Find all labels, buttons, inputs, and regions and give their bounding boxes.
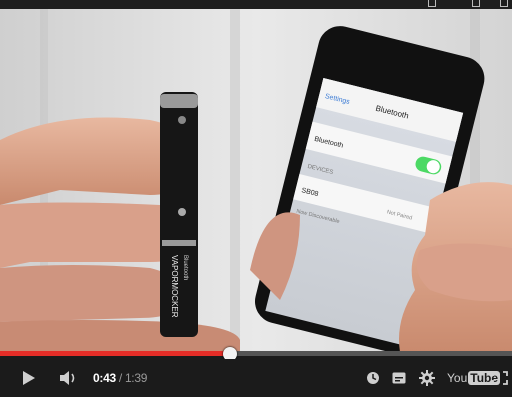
video-frame[interactable]: VAPORMOCKER Bluetooth Settings Bluetooth…: [0, 0, 512, 352]
video-player: VAPORMOCKER Bluetooth Settings Bluetooth…: [0, 0, 512, 397]
captions-icon: [392, 372, 406, 384]
duration: 1:39: [124, 371, 148, 385]
volume-icon: [60, 371, 75, 385]
clock-icon: [367, 372, 379, 384]
current-time: 0:43: [93, 371, 116, 385]
svg-text:Bluetooth: Bluetooth: [182, 255, 188, 280]
control-bar: 0:43 / 1:39 You Tube: [0, 359, 512, 397]
watch-later-button[interactable]: [362, 359, 384, 397]
fullscreen-button[interactable]: [490, 359, 510, 397]
time-separator: /: [115, 371, 125, 385]
play-icon: [23, 371, 35, 385]
progress-bar[interactable]: [0, 347, 512, 361]
more-icon[interactable]: [500, 0, 508, 7]
svg-text:VAPORMOCKER: VAPORMOCKER: [170, 255, 179, 318]
gear-icon: [419, 370, 435, 386]
fullscreen-icon: [492, 371, 508, 385]
logo-you-text: You: [447, 371, 468, 385]
play-button[interactable]: [12, 359, 46, 397]
top-bar: [0, 0, 512, 9]
time-display: 0:43 / 1:39: [93, 371, 147, 385]
progress-played: [0, 351, 231, 356]
captions-button[interactable]: [388, 359, 410, 397]
share-icon[interactable]: [428, 0, 436, 7]
settings-button[interactable]: [415, 359, 439, 397]
video-scene: VAPORMOCKER Bluetooth Settings Bluetooth…: [0, 0, 512, 352]
info-icon[interactable]: [472, 0, 480, 7]
volume-button[interactable]: [54, 359, 84, 397]
